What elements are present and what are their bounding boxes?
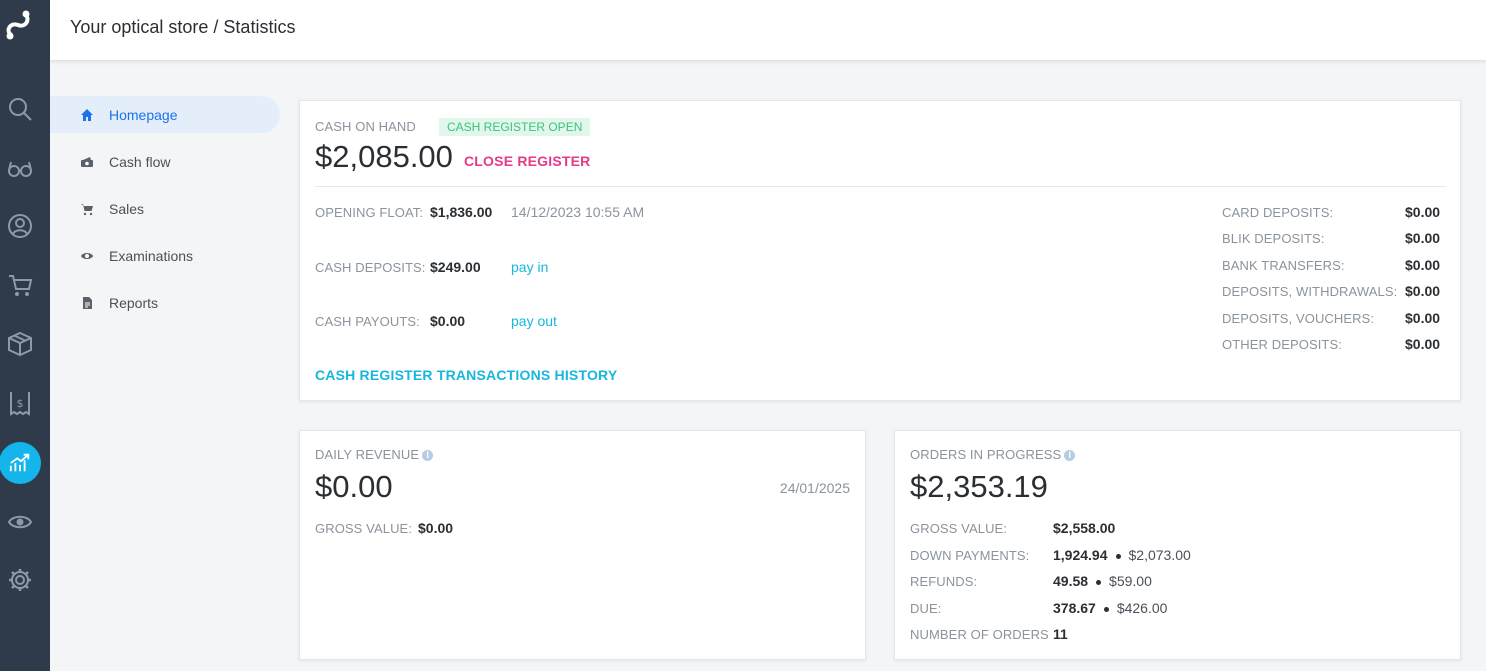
svg-text:$: $ bbox=[17, 397, 24, 410]
orders-row-value: $2,558.00 bbox=[1053, 520, 1116, 536]
eye-icon bbox=[80, 249, 94, 263]
info-icon[interactable]: i bbox=[422, 450, 434, 461]
cash-on-hand-amount: $2,085.00 bbox=[315, 139, 453, 174]
deposit-label: DEPOSITS, VOUCHERS: bbox=[1222, 311, 1375, 326]
separator-dot bbox=[1103, 606, 1109, 612]
transactions-history-link[interactable]: CASH REGISTER TRANSACTIONS HISTORY bbox=[315, 367, 617, 383]
subnav-item-examinations[interactable]: Examinations bbox=[50, 237, 280, 274]
cash-on-hand-label: CASH ON HAND bbox=[315, 119, 416, 134]
orders-row-label: DUE: bbox=[910, 601, 942, 616]
orders-row-value: 1,924.94 bbox=[1053, 547, 1108, 563]
eye-icon[interactable] bbox=[5, 507, 35, 537]
orders-row-values: 49.58 $59.00 bbox=[1053, 573, 1152, 589]
subnav-label: Cash flow bbox=[109, 153, 171, 170]
deposit-value: $0.00 bbox=[1405, 310, 1441, 326]
cash-deposits-label: CASH DEPOSITS: bbox=[315, 260, 426, 275]
opening-float-value: $1,836.00 bbox=[430, 204, 493, 220]
deposit-label: DEPOSITS, WITHDRAWALS: bbox=[1222, 284, 1398, 299]
search-icon[interactable] bbox=[5, 94, 35, 124]
orders-row-label: DOWN PAYMENTS: bbox=[910, 548, 1030, 563]
orders-row-values: 1,924.94 $2,073.00 bbox=[1053, 547, 1191, 563]
daily-revenue-title: DAILY REVENUE bbox=[315, 447, 420, 462]
orders-in-progress-amount: $2,353.19 bbox=[910, 469, 1048, 504]
home-icon bbox=[80, 108, 94, 122]
deposit-label: CARD DEPOSITS: bbox=[1222, 205, 1334, 220]
gross-value-label: GROSS VALUE: bbox=[315, 521, 413, 536]
orders-row-secondary: $426.00 bbox=[1116, 600, 1168, 616]
icon-rail: $ bbox=[0, 0, 50, 671]
orders-row-value: 49.58 bbox=[1053, 573, 1089, 589]
subnav-item-reports[interactable]: Reports bbox=[50, 284, 280, 321]
daily-revenue-card: DAILY REVENUE i $0.00 24/01/2025 GROSS VA… bbox=[299, 430, 866, 660]
orders-row-label: REFUNDS: bbox=[910, 574, 978, 589]
pay-in-link[interactable]: pay in bbox=[511, 259, 548, 275]
top-header: Your optical store / Statistics bbox=[50, 0, 1486, 61]
document-icon bbox=[80, 296, 94, 310]
opening-float-label: OPENING FLOAT: bbox=[315, 205, 424, 220]
daily-revenue-label: DAILY REVENUE i bbox=[315, 447, 434, 462]
cash-payouts-value: $0.00 bbox=[430, 313, 466, 329]
orders-in-progress-card: ORDERS IN PROGRESS i $2,353.19 GROSS VALU… bbox=[894, 430, 1461, 660]
subnav-item-cash-flow[interactable]: Cash flow bbox=[50, 143, 280, 180]
subnav-item-homepage[interactable]: Homepage bbox=[50, 96, 280, 133]
info-icon[interactable]: i bbox=[1064, 450, 1076, 461]
deposit-value: $0.00 bbox=[1405, 283, 1441, 299]
close-register-button[interactable]: CLOSE REGISTER bbox=[464, 153, 590, 169]
cash-on-hand-card: CASH ON HAND CASH REGISTER OPEN $2,085.0… bbox=[299, 100, 1461, 401]
receipt-icon[interactable]: $ bbox=[5, 388, 35, 418]
separator-dot bbox=[1096, 579, 1102, 585]
user-icon[interactable] bbox=[5, 211, 35, 241]
orders-row-secondary: $2,073.00 bbox=[1128, 547, 1191, 563]
orders-row-label: NUMBER OF ORDERS bbox=[910, 627, 1049, 642]
deposit-label: OTHER DEPOSITS: bbox=[1222, 337, 1342, 352]
opening-datetime: 14/12/2023 10:55 AM bbox=[511, 204, 645, 220]
status-badge: CASH REGISTER OPEN bbox=[439, 118, 591, 136]
secondary-nav: Homepage Cash flow Sales Examinations Re… bbox=[50, 96, 280, 331]
cash-icon bbox=[80, 155, 94, 169]
deposit-value: $0.00 bbox=[1405, 204, 1441, 220]
subnav-label: Examinations bbox=[109, 247, 194, 264]
box-icon[interactable] bbox=[5, 329, 35, 359]
cash-deposits-value: $249.00 bbox=[430, 259, 481, 275]
subnav-label: Sales bbox=[109, 200, 145, 217]
divider bbox=[315, 186, 1446, 187]
orders-row-secondary: $59.00 bbox=[1109, 573, 1152, 589]
orders-row-label: GROSS VALUE: bbox=[910, 521, 1008, 536]
daily-revenue-date: 24/01/2025 bbox=[779, 480, 850, 496]
deposit-value: $0.00 bbox=[1405, 257, 1441, 273]
gross-value: $0.00 bbox=[418, 520, 454, 536]
subnav-item-sales[interactable]: Sales bbox=[50, 190, 280, 227]
pay-out-link[interactable]: pay out bbox=[511, 313, 557, 329]
daily-revenue-amount: $0.00 bbox=[315, 469, 393, 504]
orders-row-value: 378.67 bbox=[1053, 600, 1096, 616]
logo-icon[interactable] bbox=[3, 8, 33, 42]
cash-payouts-label: CASH PAYOUTS: bbox=[315, 314, 420, 329]
orders-row-values: 378.67 $426.00 bbox=[1053, 600, 1167, 616]
deposit-value: $0.00 bbox=[1405, 230, 1441, 246]
deposit-label: BANK TRANSFERS: bbox=[1222, 258, 1345, 273]
gear-icon[interactable] bbox=[5, 565, 35, 595]
subnav-label: Homepage bbox=[109, 106, 178, 123]
glasses-icon[interactable] bbox=[5, 153, 35, 183]
statistics-icon[interactable] bbox=[0, 442, 41, 484]
deposit-label: BLIK DEPOSITS: bbox=[1222, 231, 1325, 246]
orders-in-progress-title: ORDERS IN PROGRESS bbox=[910, 447, 1062, 462]
cart-icon bbox=[80, 202, 94, 216]
separator-dot bbox=[1115, 553, 1121, 559]
subnav-label: Reports bbox=[109, 294, 159, 311]
orders-row-value: 11 bbox=[1053, 626, 1068, 642]
page-title: Your optical store / Statistics bbox=[70, 17, 296, 37]
cart-icon[interactable] bbox=[5, 270, 35, 300]
deposit-value: $0.00 bbox=[1405, 336, 1441, 352]
orders-in-progress-label: ORDERS IN PROGRESS i bbox=[910, 447, 1076, 462]
